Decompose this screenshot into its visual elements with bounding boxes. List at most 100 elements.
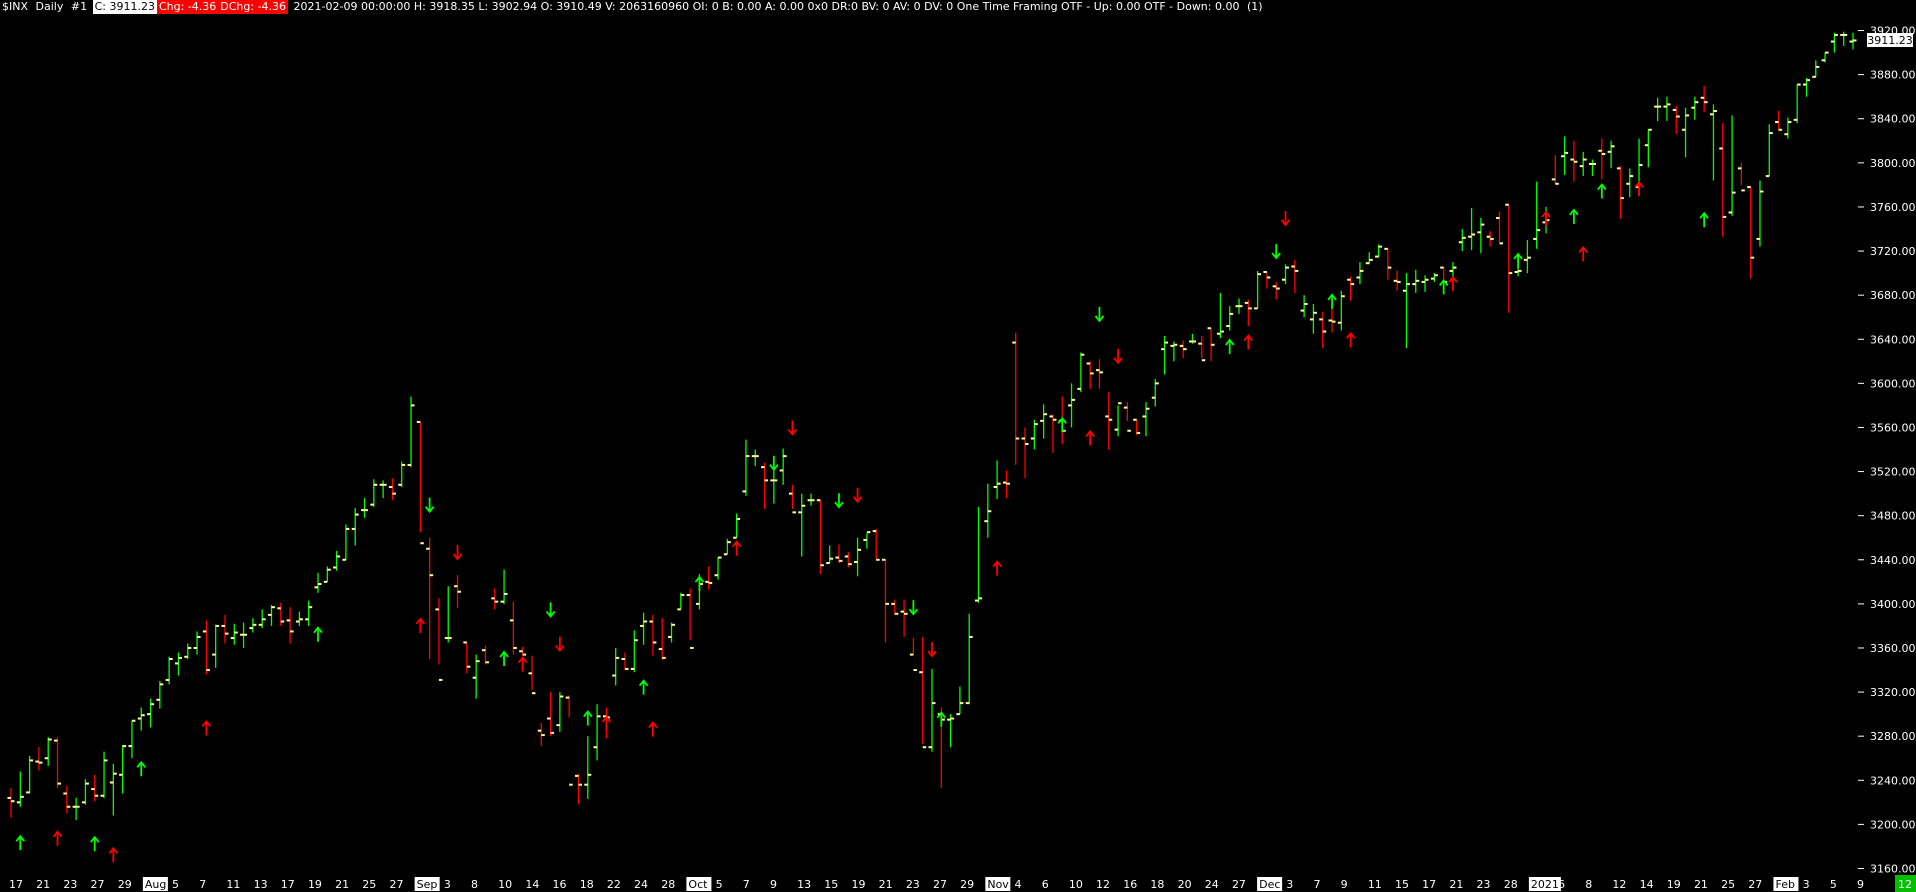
arrow-up-icon xyxy=(601,715,612,732)
ohlc-bar xyxy=(1133,418,1141,436)
arrow-up-icon xyxy=(731,540,742,556)
y-tick-label: 3680.00 xyxy=(1870,289,1916,302)
ohlc-bar xyxy=(472,654,480,699)
ohlc-bar xyxy=(1495,211,1503,245)
ohlc-bar xyxy=(1486,231,1494,247)
x-tick-label: 23 xyxy=(63,878,77,891)
x-tick-label: 5 xyxy=(1830,878,1837,891)
ohlc-bar xyxy=(249,618,257,633)
ohlc-bar xyxy=(1821,51,1829,63)
arrow-up-icon xyxy=(1438,278,1449,295)
y-tick-label: 3880.00 xyxy=(1870,69,1916,82)
ohlc-bar xyxy=(668,622,676,643)
ohlc-bar xyxy=(928,668,936,752)
arrow-up-icon xyxy=(313,626,323,642)
ohlc-bar xyxy=(1458,229,1466,252)
ohlc-bar xyxy=(1375,244,1383,258)
ohlc-bar xyxy=(388,478,396,501)
ohlc-bar xyxy=(1626,168,1634,198)
arrow-up-icon xyxy=(638,679,649,695)
ohlc-bar xyxy=(1328,307,1336,333)
ohlc-bar xyxy=(26,756,34,794)
y-tick-label: 3600.00 xyxy=(1870,377,1916,390)
arrow-up-icon xyxy=(1699,211,1709,228)
ohlc-bar xyxy=(798,493,806,557)
arrow-down-icon xyxy=(927,642,937,658)
ohlc-bar xyxy=(1179,340,1187,358)
ohlc-bar xyxy=(1282,264,1290,285)
y-tick-label: 3360.00 xyxy=(1870,642,1916,655)
ohlc-bar xyxy=(686,588,694,649)
arrow-up-icon xyxy=(1513,252,1523,268)
x-tick-label: Aug xyxy=(145,878,166,891)
ohlc-bar xyxy=(72,797,80,820)
y-tick-label: 3440.00 xyxy=(1870,554,1916,567)
ohlc-bar xyxy=(1226,306,1234,331)
ohlc-bar xyxy=(705,566,713,590)
ohlc-bar xyxy=(54,737,62,788)
arrow-up-icon xyxy=(1224,338,1235,354)
ohlc-bar xyxy=(91,774,99,802)
arrow-up-icon xyxy=(15,834,26,851)
ohlc-bar xyxy=(1151,378,1159,407)
price-chart[interactable]: 3160.00 3200.00 3240.00 3280.00 3320.00 3360.… xyxy=(0,0,1916,892)
ohlc-bar xyxy=(1579,151,1587,177)
ohlc-bar xyxy=(1747,186,1755,279)
ohlc-bar xyxy=(212,624,220,668)
x-tick-label: 6 xyxy=(1558,878,1565,891)
ohlc-bar xyxy=(426,537,434,659)
ohlc-bar xyxy=(1300,295,1308,318)
ohlc-bar xyxy=(416,420,424,545)
arrow-up-icon xyxy=(1448,275,1458,292)
ohlc-bar xyxy=(1188,333,1196,344)
ohlc-bar xyxy=(714,556,722,580)
ohlc-bar xyxy=(1784,117,1792,139)
arrow-down-icon xyxy=(787,420,798,436)
ohlc-bar xyxy=(993,460,1001,500)
arrow-up-icon xyxy=(499,650,509,666)
arrow-up-icon xyxy=(201,720,212,736)
arrow-up-icon xyxy=(1569,208,1579,224)
ohlc-bar xyxy=(444,586,452,643)
ohlc-bar xyxy=(184,643,192,659)
ohlc-bar xyxy=(1114,402,1122,437)
y-tick-label: 3560.00 xyxy=(1870,421,1916,434)
ohlc-bar xyxy=(965,613,973,705)
ohlc-bar xyxy=(1105,392,1113,450)
x-tick-label: 13 xyxy=(254,878,268,891)
ohlc-bar xyxy=(119,745,127,794)
x-tick-label: 19 xyxy=(308,878,322,891)
ohlc-bar xyxy=(147,698,155,728)
ohlc-bar xyxy=(547,692,555,737)
ohlc-bar xyxy=(891,599,899,615)
x-tick-label: 17 xyxy=(281,878,295,891)
ohlc-bar xyxy=(956,686,964,716)
ohlc-bar xyxy=(1663,96,1671,121)
ohlc-bar xyxy=(165,656,173,685)
ohlc-bar xyxy=(1840,31,1848,46)
x-tick-label: Nov xyxy=(987,878,1009,891)
arrow-down-icon xyxy=(1280,210,1291,227)
arrow-up-icon xyxy=(648,721,658,737)
ohlc-bar xyxy=(537,722,545,747)
ohlc-bar xyxy=(323,566,331,583)
ohlc-bar xyxy=(100,751,108,798)
ohlc-bar xyxy=(509,601,517,655)
ohlc-bar xyxy=(1533,181,1541,249)
arrow-down-icon xyxy=(545,602,556,618)
y-tick-label: 3520.00 xyxy=(1870,466,1916,479)
ohlc-bar xyxy=(156,681,164,709)
ohlc-bar xyxy=(137,707,145,731)
arrow-down-icon xyxy=(452,545,463,561)
x-tick-label: 11 xyxy=(1368,878,1382,891)
x-tick-label: 27 xyxy=(933,878,947,891)
arrow-up-icon xyxy=(992,560,1002,576)
x-tick-label: 9 xyxy=(770,878,777,891)
signal-arrows-layer xyxy=(15,180,1709,863)
y-tick-label: 3800.00 xyxy=(1870,157,1916,170)
ohlc-bar xyxy=(1393,270,1401,291)
arrow-up-icon xyxy=(108,846,119,863)
y-tick-label: 3320.00 xyxy=(1870,686,1916,699)
ohlc-bar xyxy=(258,609,266,629)
bars-layer xyxy=(7,31,1857,820)
